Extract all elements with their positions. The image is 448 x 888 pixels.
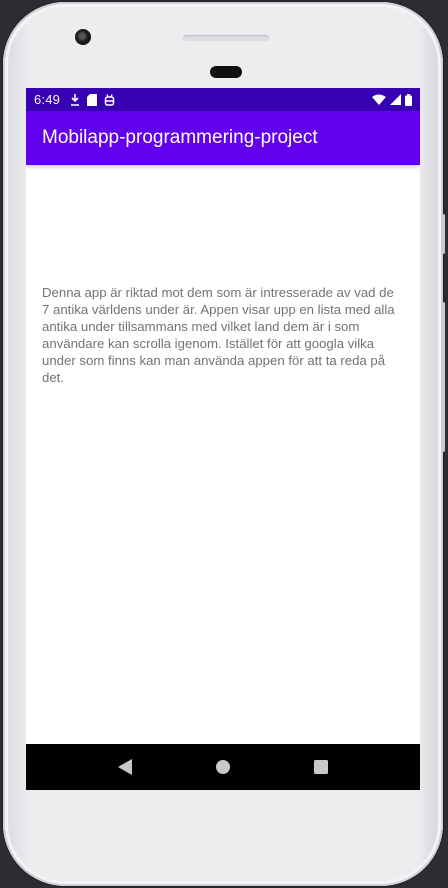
app-description: Denna app är riktad mot dem som är intre…: [42, 285, 395, 385]
front-camera: [75, 29, 91, 45]
android-debug-icon: [104, 93, 115, 106]
download-icon: [71, 93, 80, 106]
status-time: 6:49: [34, 92, 61, 107]
status-bar: 6:49: [26, 88, 420, 111]
sd-card-icon: [87, 93, 98, 106]
app-title: Mobilapp-programmering-project: [42, 127, 318, 148]
device-screen: 6:49 Mobilapp-programmering-project Denn…: [26, 88, 420, 790]
battery-icon: [405, 93, 412, 106]
recents-button[interactable]: [309, 755, 333, 779]
wifi-icon: [372, 94, 386, 105]
back-icon: [118, 759, 132, 775]
power-button: [441, 214, 445, 254]
app-bar: Mobilapp-programmering-project: [26, 111, 420, 165]
notification-icons: [70, 93, 115, 106]
home-icon: [216, 760, 230, 774]
main-content: Denna app är riktad mot dem som är intre…: [26, 165, 420, 744]
navigation-bar: [26, 744, 420, 790]
volume-button: [441, 302, 445, 452]
back-button[interactable]: [113, 755, 137, 779]
home-button[interactable]: [211, 755, 235, 779]
speaker-grille: [183, 35, 269, 41]
cell-signal-icon: [390, 94, 401, 105]
earpiece-speaker: [210, 66, 242, 78]
system-icons: [372, 93, 412, 106]
recents-icon: [314, 760, 328, 774]
